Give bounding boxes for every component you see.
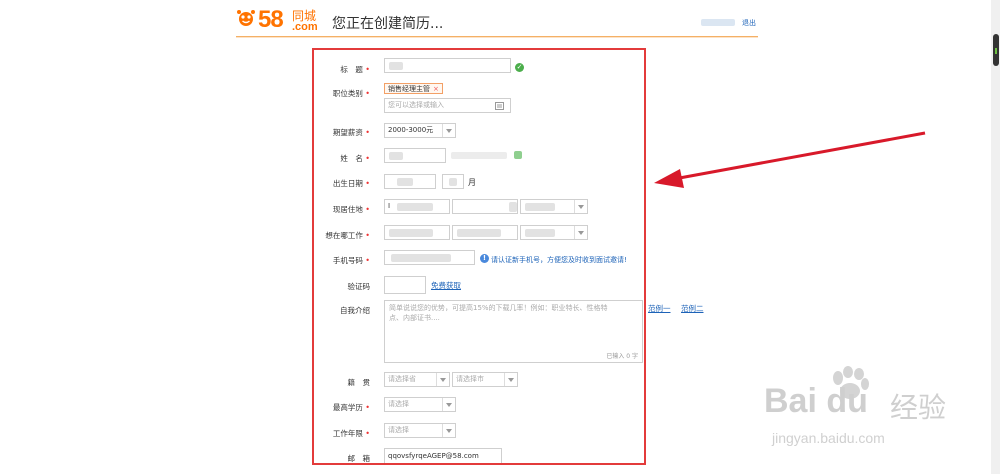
example-1-link[interactable]: 范例一 <box>648 303 671 314</box>
watermark-brand: Bai du <box>764 382 868 420</box>
58-logo-icon <box>237 10 255 26</box>
site-logo[interactable]: 58 同城 .com <box>236 6 326 34</box>
annotation-arrow <box>654 131 926 188</box>
page-title: 您正在创建简历... <box>332 16 444 32</box>
example-2-link[interactable]: 范例二 <box>681 303 704 314</box>
logout-link[interactable]: 退出 <box>742 18 756 28</box>
username-blurred[interactable] <box>701 19 735 26</box>
scrollbar-track[interactable] <box>991 0 1000 474</box>
watermark-url: jingyan.baidu.com <box>772 430 885 446</box>
watermark-brand-cn: 经验 <box>890 391 947 424</box>
logo-58-text: 58 <box>258 6 284 33</box>
logo-com-text: .com <box>292 21 318 33</box>
header-divider-shadow <box>236 37 758 38</box>
baidu-watermark: Bai du 经验 jingyan.baidu.com <box>760 364 990 454</box>
scrollbar-marker <box>995 48 997 54</box>
page: { "header": { "logo_58": "58", "logo_cit… <box>0 0 1000 474</box>
highlight-box <box>312 48 646 465</box>
